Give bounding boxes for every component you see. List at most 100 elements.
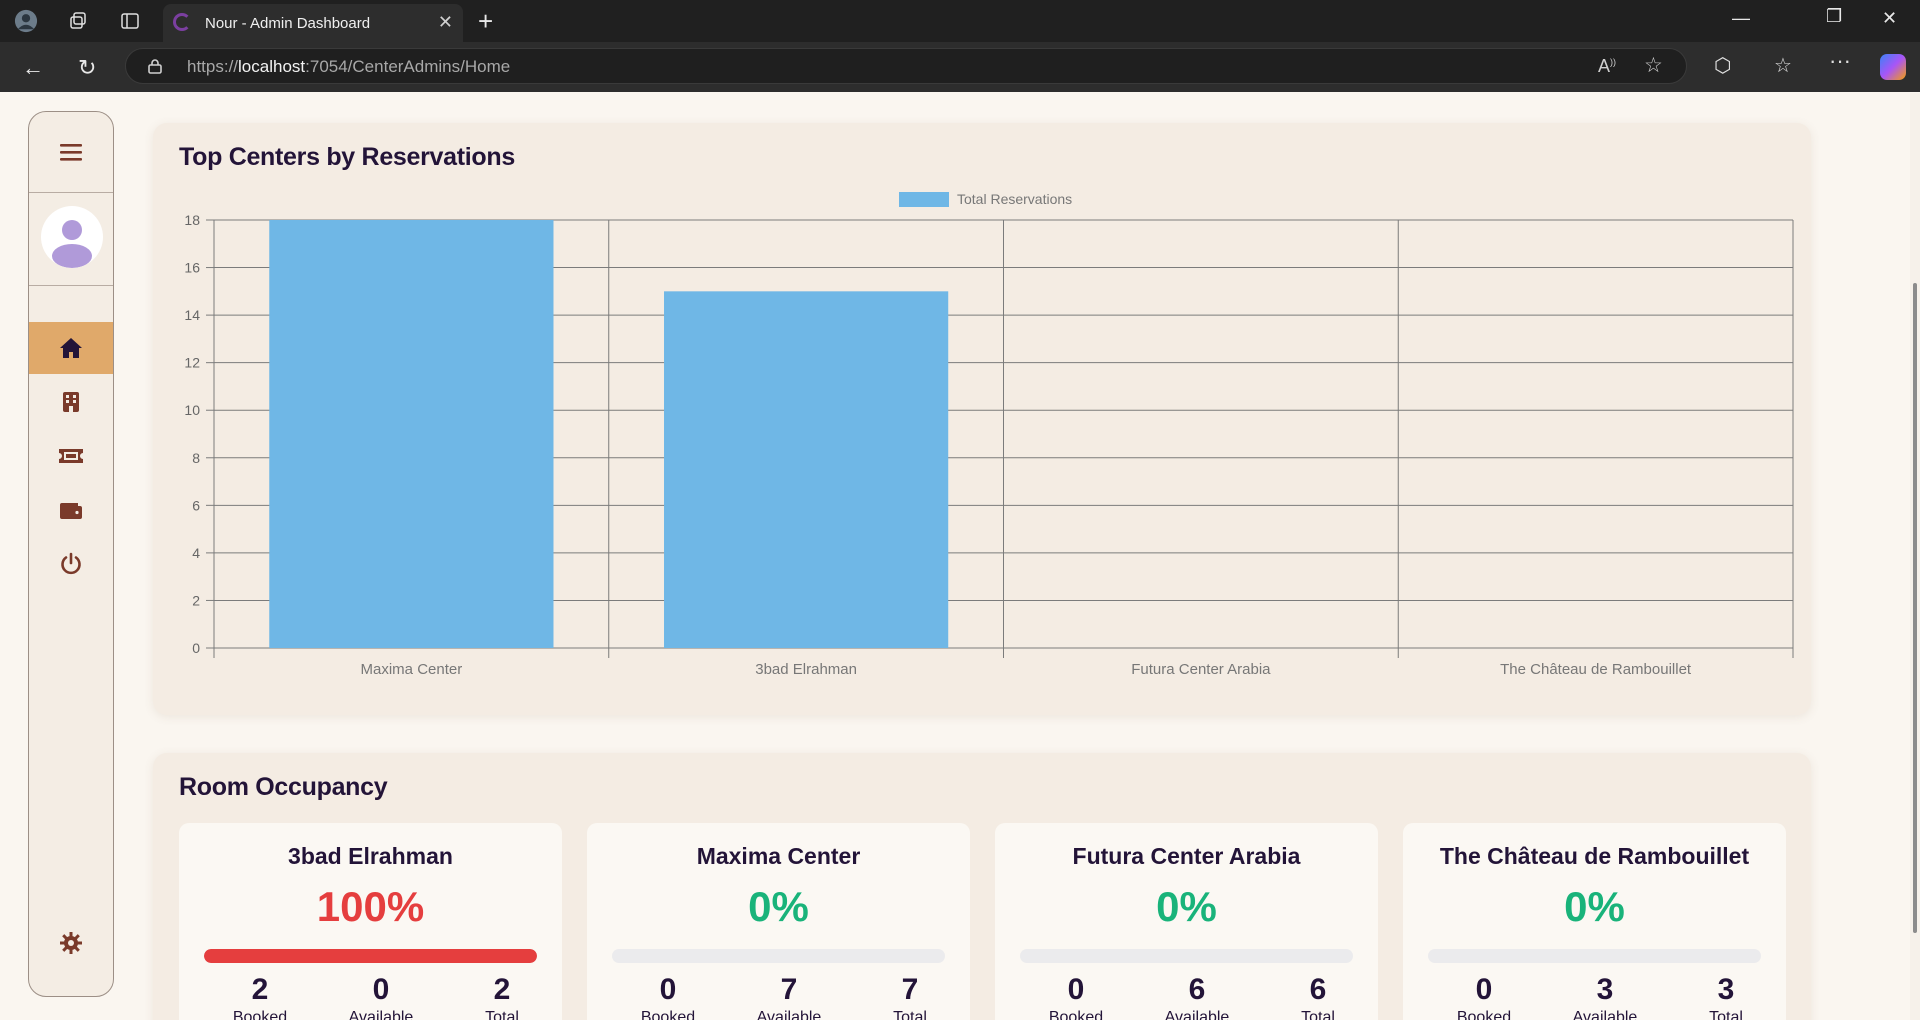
occupancy-percent: 100% <box>316 883 425 930</box>
occupancy-progress-bar <box>1020 949 1353 963</box>
workspaces-icon[interactable] <box>66 9 90 33</box>
stat-label: Available <box>756 1009 822 1020</box>
more-options-icon[interactable]: ··· <box>1829 48 1851 74</box>
legend-swatch <box>899 192 949 207</box>
reservations-title: Top Centers by Reservations <box>179 143 515 171</box>
occupancy-center-card: The Château de Rambouillet 0% 0 Booked 3 Avai… <box>1403 823 1786 1020</box>
avatar[interactable] <box>41 206 103 268</box>
address-bar[interactable]: https://localhost:7054/CenterAdmins/Home… <box>125 48 1687 84</box>
favorites-icon[interactable]: ☆ <box>1774 53 1792 78</box>
stat-value: 2 <box>493 973 511 1006</box>
stat-available: 6 Available <box>1147 973 1247 1020</box>
building-icon <box>63 392 79 412</box>
stat-booked: 0 Booked <box>1026 973 1126 1020</box>
sidebar-item-centers[interactable] <box>29 376 113 428</box>
page-content: Top Centers by Reservations Total Reserv… <box>6 93 1910 1020</box>
occupancy-progress-fill <box>204 949 537 963</box>
extensions-icon[interactable]: ⬡ <box>1714 53 1731 78</box>
stat-label: Available <box>348 1009 414 1020</box>
stat-value: 7 <box>901 973 919 1006</box>
stat-booked: 2 Booked <box>210 973 310 1020</box>
occupancy-progress-bar <box>1428 949 1761 963</box>
bar <box>269 220 554 648</box>
stat-total: 6 Total <box>1268 973 1368 1020</box>
profile-avatar-icon[interactable] <box>14 9 38 33</box>
stat-total: 3 Total <box>1676 973 1776 1020</box>
gear-icon <box>60 932 82 954</box>
sidebar-item-home[interactable] <box>29 322 113 374</box>
hamburger-icon[interactable] <box>59 142 83 162</box>
stat-label: Booked <box>232 1009 288 1020</box>
stat-value: 0 <box>659 973 677 1006</box>
browser-toolbar: ← ↻ https://localhost:7054/CenterAdmins/… <box>0 42 1920 92</box>
legend-label: Total Reservations <box>957 191 1072 207</box>
stat-label: Total <box>485 1009 519 1020</box>
read-aloud-icon[interactable]: A)) <box>1598 56 1616 77</box>
stat-total: 7 Total <box>860 973 960 1020</box>
sidebar-item-logout[interactable] <box>29 538 113 590</box>
minimize-icon[interactable]: — <box>1732 8 1750 29</box>
stat-value: 3 <box>1717 973 1735 1006</box>
tab-actions-icon[interactable] <box>118 9 142 33</box>
occupancy-percent: 0% <box>1564 883 1625 930</box>
stat-available: 3 Available <box>1555 973 1655 1020</box>
center-name: Maxima Center <box>696 843 861 869</box>
copilot-icon[interactable] <box>1880 54 1906 80</box>
sidebar <box>28 111 114 997</box>
occupancy-percent: 0% <box>748 883 809 930</box>
occupancy-center-card: 3bad Elrahman 100% 2 Booked 0 Available 2 Total <box>179 823 562 1020</box>
reservations-card: Top Centers by Reservations Total Reserv… <box>153 123 1811 715</box>
x-tick-label: 3bad Elrahman <box>755 661 857 678</box>
y-tick-label: 4 <box>192 545 200 561</box>
page-scrollbar[interactable] <box>1910 93 1920 1020</box>
back-icon[interactable]: ← <box>22 55 44 81</box>
occupancy-center-card: Futura Center Arabia 0% 0 Booked 6 Available 6… <box>995 823 1378 1020</box>
y-tick-label: 6 <box>192 497 200 513</box>
sidebar-item-settings[interactable] <box>29 917 113 969</box>
y-tick-label: 0 <box>192 640 200 656</box>
site-favicon-icon <box>173 13 191 31</box>
y-tick-label: 12 <box>184 355 200 371</box>
tab-close-icon[interactable]: ✕ <box>438 12 453 33</box>
stat-value: 0 <box>372 973 390 1006</box>
y-tick-label: 10 <box>184 402 200 418</box>
stat-label: Available <box>1572 1009 1638 1020</box>
browser-tab-active[interactable]: Nour - Admin Dashboard ✕ <box>163 4 463 42</box>
stat-value: 6 <box>1309 973 1327 1006</box>
occupancy-card: Room Occupancy 3bad Elrahman 100% 2 Booked 0… <box>153 753 1811 1020</box>
reservations-bar-chart: Total Reservations 0 2 4 6 8 10 12 14 16 18 Maxima … <box>184 191 1794 678</box>
home-icon <box>60 338 82 358</box>
stat-total: 2 Total <box>452 973 552 1020</box>
stat-booked: 0 Booked <box>1434 973 1534 1020</box>
stat-booked: 0 Booked <box>618 973 718 1020</box>
sidebar-item-reservations[interactable] <box>29 430 113 482</box>
stat-label: Total <box>1709 1009 1743 1020</box>
stat-available: 7 Available <box>739 973 839 1020</box>
stat-label: Total <box>893 1009 927 1020</box>
stat-label: Booked <box>1048 1009 1104 1020</box>
center-name: Futura Center Arabia <box>1072 843 1301 869</box>
scrollbar-thumb[interactable] <box>1913 283 1917 933</box>
url-text[interactable]: https://localhost:7054/CenterAdmins/Home <box>187 57 510 77</box>
occupancy-progress-bar <box>612 949 945 963</box>
stat-label: Booked <box>1456 1009 1512 1020</box>
refresh-icon[interactable]: ↻ <box>78 55 96 81</box>
favorite-star-icon[interactable]: ☆ <box>1644 53 1663 78</box>
stat-label: Booked <box>640 1009 696 1020</box>
sidebar-item-wallet[interactable] <box>29 484 113 536</box>
menu-toggle[interactable] <box>29 112 113 193</box>
y-tick-label: 8 <box>192 450 200 466</box>
center-name: 3bad Elrahman <box>288 843 453 869</box>
stat-value: 3 <box>1596 973 1614 1006</box>
stat-value: 0 <box>1067 973 1085 1006</box>
lock-icon[interactable] <box>148 58 162 74</box>
browser-titlebar: Nour - Admin Dashboard ✕ + — ❐ ✕ <box>0 0 1920 42</box>
new-tab-icon[interactable]: + <box>478 6 493 37</box>
x-tick-label: Futura Center Arabia <box>1131 661 1271 678</box>
close-window-icon[interactable]: ✕ <box>1882 8 1897 29</box>
stat-value: 2 <box>251 973 269 1006</box>
restore-icon[interactable]: ❐ <box>1826 6 1842 27</box>
wallet-icon <box>60 503 82 519</box>
y-tick-label: 16 <box>184 260 200 276</box>
bar <box>664 291 949 648</box>
